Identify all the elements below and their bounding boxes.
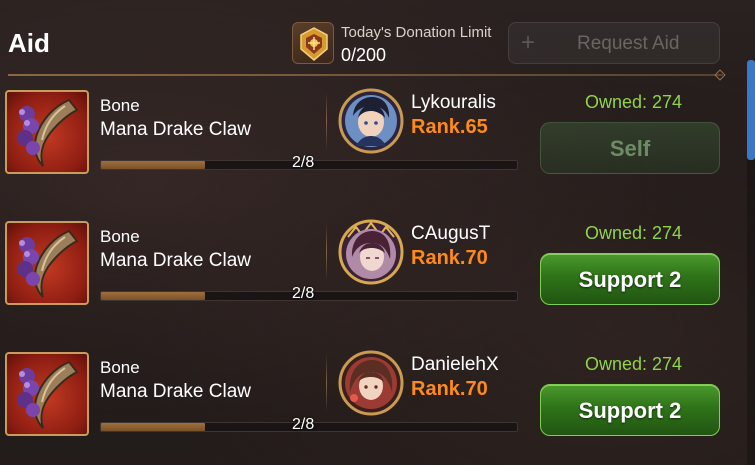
aid-progress-fill bbox=[101, 292, 205, 300]
player-name: CAugusT bbox=[411, 223, 491, 244]
player-rank: Rank.70 bbox=[411, 378, 488, 400]
header-divider bbox=[8, 74, 723, 76]
item-name-line1: Bone bbox=[100, 96, 140, 115]
owned-count: Owned: 274 bbox=[585, 223, 683, 243]
player-rank: Rank.70 bbox=[411, 247, 488, 269]
aid-progress-fill bbox=[101, 161, 205, 169]
player-avatar[interactable] bbox=[336, 86, 406, 156]
owned-count: Owned: 274 bbox=[585, 354, 683, 374]
support-button[interactable]: Support 2 bbox=[540, 384, 720, 436]
row-divider bbox=[326, 92, 327, 150]
aid-request-row: Bone Mana Drake Claw 2/8 DanielehX Rank.… bbox=[0, 350, 745, 465]
guild-emblem-icon bbox=[292, 22, 334, 64]
claw-icon[interactable] bbox=[5, 221, 89, 305]
player-name: DanielehX bbox=[411, 354, 499, 375]
player-avatar[interactable] bbox=[336, 217, 406, 287]
aid-progress-text: 2/8 bbox=[292, 285, 315, 302]
item-name-line1: Bone bbox=[100, 358, 140, 377]
request-aid-button[interactable]: + Request Aid bbox=[508, 22, 720, 64]
claw-icon[interactable] bbox=[5, 90, 89, 174]
aid-progress-fill bbox=[101, 423, 205, 431]
item-name-line2: Mana Drake Claw bbox=[100, 381, 251, 402]
player-name: Lykouralis bbox=[411, 92, 496, 113]
self-button[interactable]: Self bbox=[540, 122, 720, 174]
support-button[interactable]: Support 2 bbox=[540, 253, 720, 305]
owned-count: Owned: 274 bbox=[585, 92, 683, 112]
row-divider bbox=[326, 223, 327, 281]
player-rank: Rank.65 bbox=[411, 116, 488, 138]
item-name-line2: Mana Drake Claw bbox=[100, 119, 251, 140]
plus-icon: + bbox=[521, 29, 536, 56]
donation-limit-label: Today's Donation Limit bbox=[341, 24, 492, 41]
divider-ornament bbox=[714, 69, 726, 81]
item-name-line1: Bone bbox=[100, 227, 140, 246]
aid-progress-text: 2/8 bbox=[292, 416, 315, 433]
scrollbar-thumb[interactable] bbox=[747, 60, 755, 160]
donation-limit-value: 0/200 bbox=[341, 45, 387, 65]
aid-request-row: Bone Mana Drake Claw 2/8 Lykouralis Rank… bbox=[0, 88, 745, 210]
claw-icon[interactable] bbox=[5, 352, 89, 436]
page-title: Aid bbox=[8, 28, 50, 58]
aid-request-row: Bone Mana Drake Claw 2/8 CAugusT Rank.70… bbox=[0, 219, 745, 341]
row-divider bbox=[326, 354, 327, 412]
player-avatar[interactable] bbox=[336, 348, 406, 418]
request-aid-label: Request Aid bbox=[577, 33, 680, 54]
item-name-line2: Mana Drake Claw bbox=[100, 250, 251, 271]
aid-progress-text: 2/8 bbox=[292, 154, 315, 171]
